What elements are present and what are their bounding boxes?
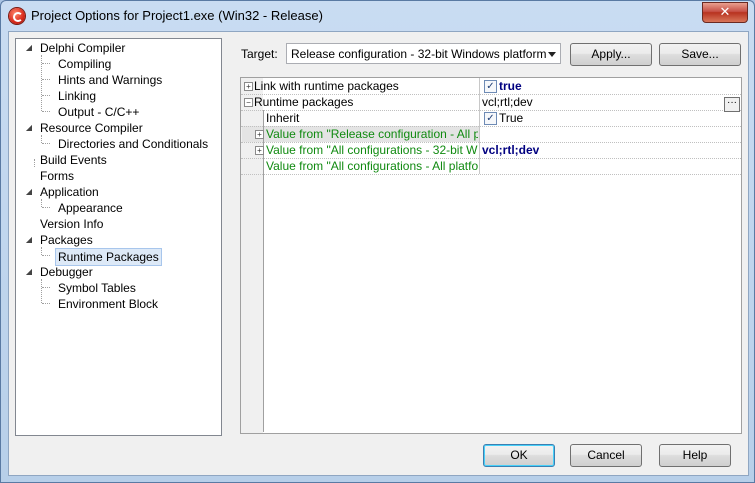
tree-item-label: Appearance (58, 201, 123, 215)
tree-item-label: Forms (40, 169, 74, 183)
help-button[interactable]: Help (659, 444, 731, 467)
link-runtime-packages-value: true (499, 79, 522, 93)
property-name-inherit: Inherit (266, 111, 300, 125)
tree-item-label: Application (40, 185, 99, 199)
tree-connector (41, 279, 42, 303)
tree-item-label: Symbol Tables (58, 281, 136, 295)
runtime-packages-value[interactable]: vcl;rtl;dev (482, 94, 722, 110)
tree-connector (42, 143, 50, 144)
tree-connector (42, 255, 50, 256)
project-options-window: Project Options for Project1.exe (Win32 … (0, 0, 755, 483)
tree-connector (42, 79, 50, 80)
link-runtime-packages-checkbox[interactable]: ✓ (484, 80, 497, 93)
tree-item-label: Build Events (40, 153, 107, 167)
expand-plus-icon[interactable]: + (244, 82, 253, 91)
ok-button[interactable]: OK (483, 444, 555, 467)
tree-item-label: Directories and Conditionals (58, 137, 209, 151)
tree-connector (42, 207, 50, 208)
property-name-value-from-all-configs-all-platforms: Value from "All configurations - All pla… (266, 159, 478, 173)
tree-item-label: Hints and Warnings (58, 73, 163, 87)
tree-item-label: Version Info (40, 217, 104, 231)
property-name-value-from-release-all-platforms: Value from "Release configuration - All … (266, 127, 478, 141)
save-button[interactable]: Save... (659, 43, 741, 66)
property-name-link-with-runtime-packages: Link with runtime packages (254, 79, 399, 93)
tree-connector (41, 199, 42, 207)
expanded-arrow-icon[interactable]: ◢ (24, 40, 34, 56)
options-tree[interactable]: ◢ Delphi Compiler Compiling Hints and Wa… (15, 38, 222, 436)
inherit-checkbox[interactable]: ✓ (484, 112, 497, 125)
expanded-arrow-icon[interactable]: ◢ (24, 120, 34, 136)
target-label: Target: (241, 47, 278, 61)
tree-item-label: Debugger (40, 265, 93, 279)
cancel-button[interactable]: Cancel (570, 444, 642, 467)
tree-item-label: Packages (40, 233, 93, 247)
property-name-runtime-packages: Runtime packages (254, 95, 354, 109)
dialog-client-area: ◢ Delphi Compiler Compiling Hints and Wa… (8, 31, 749, 476)
expanded-arrow-icon[interactable]: ◢ (24, 232, 34, 248)
tree-connector (41, 135, 42, 143)
tree-connector (42, 287, 50, 288)
tree-item-label: Resource Compiler (40, 121, 143, 135)
ellipsis-edit-button[interactable]: ··· (724, 97, 740, 112)
target-select-value: Release configuration - 32-bit Windows p… (291, 47, 547, 61)
expand-plus-icon[interactable]: + (255, 130, 264, 139)
tree-item-label: Environment Block (58, 297, 159, 311)
inherit-value: True (499, 111, 524, 125)
delphi-app-icon (9, 8, 25, 24)
tree-connector (41, 247, 42, 255)
apply-button[interactable]: Apply... (570, 43, 652, 66)
tree-connector (42, 111, 50, 112)
expand-plus-icon[interactable]: + (255, 146, 264, 155)
value-from-all-configs-win32-value: vcl;rtl;dev (482, 143, 540, 157)
tree-item-label: Compiling (58, 57, 112, 71)
tree-item-label: Linking (58, 89, 97, 103)
tree-connector (42, 63, 50, 64)
title-bar[interactable]: Project Options for Project1.exe (Win32 … (1, 1, 754, 31)
close-button[interactable]: ✕ (702, 2, 748, 23)
tree-item-label: Delphi Compiler (40, 41, 126, 55)
row-divider (241, 174, 741, 175)
tree-connector (42, 95, 50, 96)
tree-connector (34, 159, 35, 167)
tree-connector (42, 303, 50, 304)
property-name-value-from-all-configs-win32: Value from "All configurations - 32-bit … (266, 143, 478, 157)
tree-item-label: Output - C/C++ (58, 105, 140, 119)
dropdown-arrow-icon[interactable] (548, 52, 556, 57)
expanded-arrow-icon[interactable]: ◢ (24, 184, 34, 200)
window-title: Project Options for Project1.exe (Win32 … (31, 8, 323, 23)
collapse-minus-icon[interactable]: − (244, 98, 253, 107)
property-grid[interactable]: + Link with runtime packages ✓ true − Ru… (240, 77, 742, 434)
expanded-arrow-icon[interactable]: ◢ (24, 264, 34, 280)
target-select[interactable]: Release configuration - 32-bit Windows p… (286, 43, 561, 64)
